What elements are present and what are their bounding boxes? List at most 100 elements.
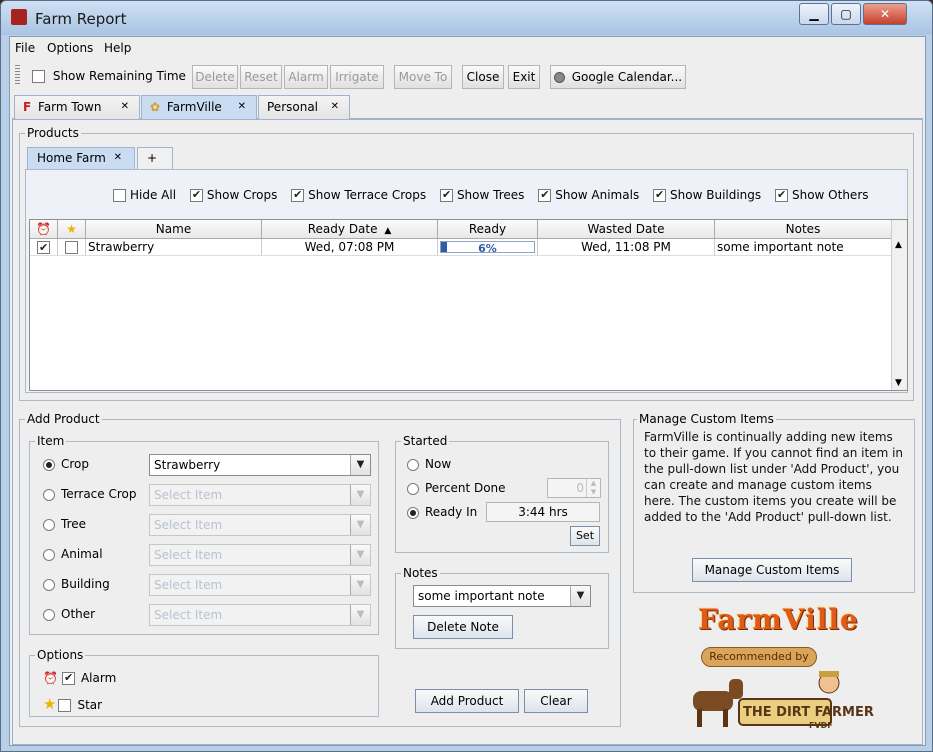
terrace-crop-radio[interactable] — [43, 488, 55, 501]
close-window-icon[interactable]: ✕ — [863, 3, 907, 25]
irrigate-button[interactable]: Irrigate — [330, 65, 384, 89]
show-animals-checkbox[interactable] — [538, 188, 552, 202]
tab-farm-town[interactable]: F Farm Town ✕ — [14, 95, 140, 119]
menu-file[interactable]: File — [15, 41, 35, 55]
star-checkbox[interactable] — [58, 699, 72, 712]
spinner-arrows-icon[interactable]: ▲ ▼ — [586, 479, 600, 497]
show-buildings-checkbox[interactable] — [653, 188, 667, 202]
tree-radio[interactable] — [43, 518, 55, 531]
menu-bar: File Options Help — [10, 37, 925, 59]
row-star-checkbox[interactable] — [65, 241, 78, 254]
delete-note-button[interactable]: Delete Note — [413, 615, 513, 639]
building-select[interactable]: Select Item ▼ — [149, 574, 371, 596]
manage-custom-items-button[interactable]: Manage Custom Items — [692, 558, 852, 582]
add-product-button[interactable]: Add Product — [415, 689, 519, 713]
google-calendar-button[interactable]: Google Calendar... — [550, 65, 686, 89]
products-title: Products — [25, 126, 81, 140]
scroll-up-arrow-icon[interactable]: ▲ — [895, 240, 902, 250]
close-tab-icon[interactable]: ✕ — [114, 148, 122, 168]
notes-column-header[interactable]: Notes — [715, 220, 892, 239]
chevron-down-icon[interactable]: ▼ — [570, 586, 590, 606]
row-alarm-checkbox[interactable] — [37, 240, 50, 255]
ready-column-header[interactable]: Ready — [438, 220, 538, 239]
row-star-cell — [58, 239, 86, 256]
crop-radio[interactable] — [43, 458, 55, 471]
crop-select[interactable]: Strawberry ▼ — [149, 454, 371, 476]
terrace-crop-select[interactable]: Select Item ▼ — [149, 484, 371, 506]
crop-radio-option[interactable]: Crop — [43, 457, 89, 471]
scroll-down-arrow-icon[interactable]: ▼ — [895, 378, 902, 388]
tree-select-placeholder: Select Item — [154, 518, 223, 532]
building-radio-option[interactable]: Building — [43, 577, 110, 591]
terrace-crop-radio-option[interactable]: Terrace Crop — [43, 487, 137, 501]
percent-done-radio-option[interactable]: Percent Done — [407, 481, 506, 495]
started-title: Started — [401, 434, 450, 448]
animal-radio[interactable] — [43, 548, 55, 561]
animal-radio-option[interactable]: Animal — [43, 547, 103, 561]
chevron-down-icon[interactable]: ▼ — [350, 575, 370, 595]
show-remaining-time-toggle[interactable]: Show Remaining Time — [32, 69, 186, 83]
ready-in-radio-option[interactable]: Ready In — [407, 505, 477, 519]
menu-options[interactable]: Options — [47, 41, 93, 55]
move-to-button[interactable]: Move To — [394, 65, 452, 89]
other-radio-option[interactable]: Other — [43, 607, 95, 621]
close-tab-icon[interactable]: ✕ — [238, 96, 246, 118]
name-column-header[interactable]: Name — [86, 220, 262, 239]
custom-items-description: FarmVille is continually adding new item… — [644, 430, 904, 524]
show-trees-checkbox[interactable] — [439, 188, 453, 202]
ready-in-radio[interactable] — [407, 506, 419, 519]
show-remaining-time-checkbox[interactable] — [32, 70, 45, 83]
item-title: Item — [35, 434, 67, 448]
chevron-down-icon[interactable]: ▼ — [350, 455, 370, 475]
hide-all-checkbox[interactable] — [113, 189, 126, 202]
other-select[interactable]: Select Item ▼ — [149, 604, 371, 626]
other-radio[interactable] — [43, 608, 55, 621]
tree-select[interactable]: Select Item ▼ — [149, 514, 371, 536]
add-farm-tab-button[interactable]: + — [137, 147, 173, 169]
show-terrace-crops-checkbox[interactable] — [291, 188, 305, 202]
table-vertical-scrollbar[interactable]: ▲ ▼ — [891, 220, 907, 390]
percent-done-radio[interactable] — [407, 482, 419, 495]
ready-in-field[interactable]: 3:44 hrs — [486, 502, 600, 522]
star-option[interactable]: ★ Star — [43, 695, 102, 713]
now-radio-option[interactable]: Now — [407, 457, 451, 471]
exit-button[interactable]: Exit — [508, 65, 540, 89]
tab-farmville[interactable]: ✿ FarmVille ✕ — [141, 95, 257, 119]
close-tab-icon[interactable]: ✕ — [121, 96, 129, 118]
maximize-icon[interactable]: ▢ — [831, 3, 861, 25]
close-tab-icon[interactable]: ✕ — [331, 96, 339, 118]
chevron-down-icon[interactable]: ▼ — [350, 605, 370, 625]
set-button[interactable]: Set — [570, 526, 600, 546]
toolbar-grip[interactable] — [15, 65, 20, 85]
now-radio[interactable] — [407, 458, 419, 471]
percent-done-spinner[interactable]: 0 ▲ ▼ — [547, 478, 601, 498]
wasted-date-column-header[interactable]: Wasted Date — [538, 220, 715, 239]
star-column-header[interactable]: ★ — [58, 220, 86, 239]
google-calendar-label: Google Calendar... — [571, 70, 683, 84]
alarm-column-header[interactable]: ⏰ — [30, 220, 58, 239]
tab-home-farm[interactable]: Home Farm ✕ — [27, 147, 135, 169]
building-radio[interactable] — [43, 578, 55, 591]
show-others-checkbox[interactable] — [774, 188, 788, 202]
tree-radio-option[interactable]: Tree — [43, 517, 86, 531]
menu-help[interactable]: Help — [104, 41, 131, 55]
notes-select[interactable]: some important note ▼ — [413, 585, 591, 607]
alarm-button[interactable]: Alarm — [284, 65, 328, 89]
reset-button[interactable]: Reset — [240, 65, 282, 89]
title-bar[interactable]: Farm Report ▁ ▢ ✕ — [1, 1, 932, 35]
delete-button[interactable]: Delete — [192, 65, 238, 89]
tab-personal[interactable]: Personal ✕ — [258, 95, 350, 119]
chevron-down-icon[interactable]: ▼ — [350, 515, 370, 535]
alarm-label: Alarm — [80, 671, 117, 685]
animal-select[interactable]: Select Item ▼ — [149, 544, 371, 566]
chevron-down-icon[interactable]: ▼ — [350, 545, 370, 565]
show-crops-checkbox[interactable] — [189, 188, 203, 202]
close-button[interactable]: Close — [462, 65, 504, 89]
alarm-checkbox[interactable] — [61, 671, 75, 685]
chevron-down-icon[interactable]: ▼ — [350, 485, 370, 505]
alarm-option[interactable]: ⏰ Alarm — [43, 671, 116, 685]
crop-label: Crop — [61, 457, 90, 471]
clear-button[interactable]: Clear — [524, 689, 588, 713]
ready-date-column-header[interactable]: Ready Date ▲ — [262, 220, 438, 239]
minimize-icon[interactable]: ▁ — [799, 3, 829, 25]
